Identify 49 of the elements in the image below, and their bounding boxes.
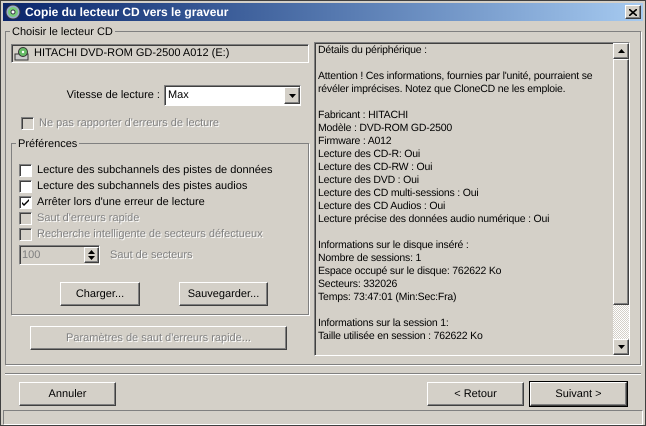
checkbox-label: Ne pas rapporter d'erreurs de lecture	[39, 116, 220, 131]
scroll-up-icon	[618, 49, 624, 53]
details-text: Fabricant : HITACHI	[318, 109, 409, 122]
details-text: Nombre de sessions: 1	[318, 252, 422, 265]
speed-label: Vitesse de lecture :	[66, 88, 160, 104]
details-text: Modèle : DVD-ROM GD-2500	[318, 122, 454, 135]
details-text: Informations sur la session 1:	[318, 317, 450, 330]
drive-list[interactable]: HITACHI DVD-ROM GD-2500 A012 (E:)	[11, 44, 309, 63]
details-text: Espace occupé sur le disque: 762622 Ko	[318, 265, 502, 278]
disc-icon	[5, 4, 21, 20]
checkbox[interactable]	[19, 164, 32, 176]
sector-skip-label: Saut de secteurs	[110, 248, 193, 263]
details-text: Informations sur le disque inséré :	[318, 239, 470, 252]
details-text: Lecture des CD multi-sessions : Oui	[318, 187, 480, 200]
button[interactable]: Charger...	[60, 282, 140, 306]
spin-arrows-icon	[88, 250, 95, 260]
scrollbar[interactable]	[613, 43, 629, 355]
checkbox-label: Saut d'erreurs rapide	[37, 210, 140, 226]
details-text: Firmware : A012	[318, 135, 392, 148]
checkbox-label: Lecture des subchannels des pistes de données	[37, 162, 272, 178]
scroll-down-icon	[618, 345, 624, 349]
close-button[interactable]	[625, 5, 641, 19]
details-text: Temps: 73:47:01 (Min:Sec:Fra)	[318, 291, 458, 304]
details-text: Lecture des DVD : Oui	[318, 174, 420, 187]
button[interactable]: Suivant >	[530, 382, 627, 406]
checkbox-label: Arrêter lors d'une erreur de lecture	[37, 194, 205, 210]
details-text: Taille utilisée en session : 762622 Ko	[318, 330, 484, 343]
details-text: Lecture des CD-RW : Oui	[318, 161, 434, 174]
close-icon	[629, 8, 637, 16]
checkbox-label: Recherche intelligente de secteurs défectueux	[37, 226, 263, 242]
details-text: Détails du périphérique :	[318, 44, 428, 57]
details-text: Secteurs: 332026	[318, 278, 398, 291]
dropdown-arrow-icon	[288, 94, 296, 98]
checkbox[interactable]	[19, 180, 32, 192]
checkbox[interactable]	[19, 196, 32, 208]
button[interactable]: < Retour	[427, 382, 524, 406]
drive-name: HITACHI DVD-ROM GD-2500 A012 (E:)	[34, 46, 230, 62]
details-text: Lecture des CD-R: Oui	[318, 148, 422, 161]
checkbox-label: Lecture des subchannels des pistes audios	[37, 178, 248, 194]
details-text: Lecture précise des données audio numérique : Oui	[318, 213, 550, 226]
check-icon	[21, 198, 30, 206]
button[interactable]: Annuler	[19, 382, 116, 406]
details-text: Attention ! Ces informations, fournies par l'unité, pourraient se révéler imprécises. Notez que CloneCD ne les emploie.	[318, 70, 594, 96]
speed-dropdown[interactable]: Max	[164, 85, 301, 106]
drive-icon	[14, 46, 30, 60]
scrollbar-thumb[interactable]	[613, 59, 629, 305]
button[interactable]: Sauvegarder...	[179, 282, 268, 306]
window-title: Copie du lecteur CD vers le graveur	[25, 4, 230, 21]
details-text: Lecture des CD Audios : Oui	[318, 200, 446, 213]
